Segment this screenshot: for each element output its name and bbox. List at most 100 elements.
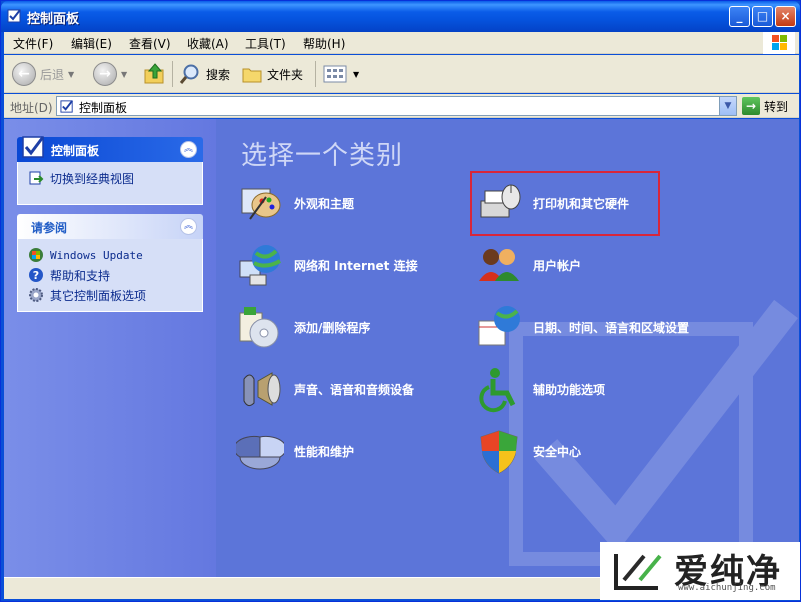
gear-icon <box>29 288 43 302</box>
page-title: 选择一个类别 <box>241 141 404 171</box>
help-support-link[interactable]: ? 帮助和支持 <box>28 265 192 285</box>
maximize-button[interactable]: □ <box>752 6 773 27</box>
category-appearance[interactable]: 外观和主题 <box>236 177 466 229</box>
address-dropdown-button[interactable]: ▼ <box>719 97 736 115</box>
switch-classic-view-link[interactable]: 切换到经典视图 <box>28 168 192 188</box>
go-button[interactable]: → 转到 <box>742 96 788 116</box>
category-label: 日期、时间、语言和区域设置 <box>533 320 690 335</box>
address-value: 控制面板 <box>79 101 128 115</box>
search-icon <box>179 64 199 84</box>
search-label: 搜索 <box>206 67 231 82</box>
watermark: 爱纯净 www.aichunjing.com <box>600 542 800 600</box>
sound-icon <box>243 372 281 407</box>
control-panel-icon <box>60 100 73 113</box>
chevron-down-icon: ▼ <box>68 69 75 79</box>
accessibility-icon <box>479 368 516 413</box>
link-label: 其它控制面板选项 <box>50 288 147 303</box>
go-arrow-icon: → <box>742 97 760 115</box>
category-performance[interactable]: 性能和维护 <box>236 425 466 477</box>
address-input[interactable]: 控制面板 ▼ <box>56 96 737 116</box>
panel-header[interactable]: 请参阅 ︽ <box>17 214 203 239</box>
see-also-panel: 请参阅 ︽ Windows Update ? 帮助和支持 其它控制面板选项 <box>17 214 203 312</box>
up-button[interactable] <box>143 61 167 87</box>
security-shield-icon <box>480 430 518 474</box>
explorer-window: 控制面板 _ □ × 文件(F) 编辑(E) 查看(V) 收藏(A) 工具(T)… <box>0 0 801 602</box>
folder-icon <box>242 68 262 83</box>
category-label: 声音、语音和音频设备 <box>294 382 415 397</box>
panel-header[interactable]: 控制面板 ︽ <box>17 136 203 162</box>
category-label: 外观和主题 <box>294 196 355 211</box>
title-bar[interactable]: 控制面板 _ □ × <box>1 1 800 32</box>
toolbar-separator <box>172 61 173 87</box>
back-label: 后退 <box>40 67 65 82</box>
back-button[interactable]: ← 后退 ▼ <box>12 61 74 87</box>
help-icon: ? <box>29 268 43 282</box>
toolbar-separator <box>315 61 316 87</box>
category-label: 用户帐户 <box>533 258 582 273</box>
category-date-time-region[interactable]: 日期、时间、语言和区域设置 <box>475 301 705 353</box>
collapse-icon[interactable]: ︽ <box>180 218 197 235</box>
category-accessibility[interactable]: 辅助功能选项 <box>475 363 705 415</box>
printer-icon <box>480 184 521 218</box>
category-security-center[interactable]: 安全中心 <box>475 425 705 477</box>
category-user-accounts[interactable]: 用户帐户 <box>475 239 705 291</box>
network-icon <box>239 245 281 286</box>
folders-button[interactable]: 文件夹 <box>241 61 303 87</box>
panel-body: 切换到经典视图 <box>17 162 203 205</box>
folders-label: 文件夹 <box>267 67 304 82</box>
svg-text:?: ? <box>33 269 39 282</box>
menu-edit[interactable]: 编辑(E) <box>71 35 112 52</box>
datetime-icon <box>478 306 520 346</box>
go-label: 转到 <box>764 99 789 114</box>
category-view: 选择一个类别 外观和主题 网络和 Internet 连接 添加/删除程序 声音、… <box>216 119 799 577</box>
windows-update-link[interactable]: Windows Update <box>28 245 192 265</box>
collapse-icon[interactable]: ︽ <box>180 141 197 158</box>
category-network[interactable]: 网络和 Internet 连接 <box>236 239 466 291</box>
views-button[interactable]: ▼ <box>323 61 359 87</box>
appearance-icon <box>241 188 281 220</box>
link-label: Windows Update <box>50 248 143 262</box>
panel-body: Windows Update ? 帮助和支持 其它控制面板选项 <box>17 239 203 312</box>
minimize-button[interactable]: _ <box>729 6 750 27</box>
category-add-remove[interactable]: 添加/删除程序 <box>236 301 466 353</box>
add-remove-icon <box>239 307 279 348</box>
back-arrow-icon: ← <box>12 62 36 86</box>
category-printers-hardware[interactable]: 打印机和其它硬件 <box>475 177 705 229</box>
windows-logo-icon <box>763 32 795 54</box>
category-label: 打印机和其它硬件 <box>533 196 630 211</box>
folder-up-icon <box>144 63 164 84</box>
address-label: 地址(D) <box>10 101 53 115</box>
views-icon <box>323 65 347 83</box>
control-panel-icon <box>7 9 21 23</box>
control-panel-icon <box>22 136 45 158</box>
address-bar: 地址(D) 控制面板 ▼ → 转到 <box>4 94 799 118</box>
chevron-down-icon: ▼ <box>353 69 360 79</box>
windows-update-icon <box>29 248 43 262</box>
panel-title: 请参阅 <box>31 221 68 235</box>
link-label: 切换到经典视图 <box>50 171 135 186</box>
category-label: 性能和维护 <box>294 444 355 459</box>
menu-tools[interactable]: 工具(T) <box>245 35 286 52</box>
forward-button[interactable]: → ▼ <box>93 61 127 87</box>
control-panel-panel: 控制面板 ︽ 切换到经典视图 <box>17 136 203 205</box>
menu-favorites[interactable]: 收藏(A) <box>187 35 229 52</box>
menu-file[interactable]: 文件(F) <box>13 35 53 52</box>
search-button[interactable]: 搜索 <box>178 61 230 87</box>
brand-url: www.aichunjing.com <box>678 583 776 593</box>
window-title: 控制面板 <box>27 12 80 27</box>
other-options-link[interactable]: 其它控制面板选项 <box>28 285 192 305</box>
chevron-down-icon: ▼ <box>121 69 128 79</box>
category-sound[interactable]: 声音、语音和音频设备 <box>236 363 466 415</box>
menu-bar: 文件(F) 编辑(E) 查看(V) 收藏(A) 工具(T) 帮助(H) <box>4 32 799 54</box>
menu-help[interactable]: 帮助(H) <box>303 35 345 52</box>
users-icon <box>479 249 519 281</box>
category-label: 添加/删除程序 <box>294 320 371 335</box>
link-label: 帮助和支持 <box>50 268 111 283</box>
category-label: 安全中心 <box>533 444 582 459</box>
content-area: 控制面板 ︽ 切换到经典视图 请参阅 ︽ Windows Update ? 帮助… <box>4 119 799 577</box>
menu-view[interactable]: 查看(V) <box>129 35 171 52</box>
brand-logo-icon <box>614 554 662 590</box>
close-button[interactable]: × <box>775 6 796 27</box>
switch-view-icon <box>29 171 44 185</box>
category-label: 网络和 Internet 连接 <box>294 258 418 273</box>
